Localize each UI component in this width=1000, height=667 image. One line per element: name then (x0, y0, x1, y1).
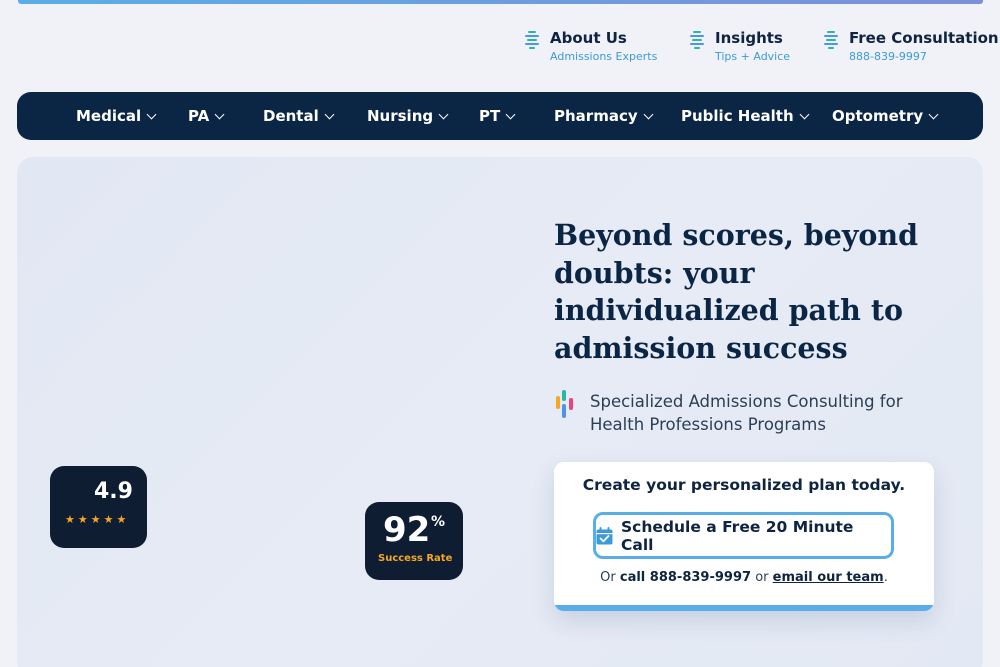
cta-contact-line: Or call 888-839-9997 or email our team. (554, 570, 934, 585)
period-text: . (883, 570, 888, 585)
pulse-lines-icon (689, 31, 705, 49)
nav-item-optometry[interactable]: Optometry (832, 92, 939, 140)
pulse-lines-icon (823, 31, 839, 49)
chevron-down-icon (324, 109, 335, 119)
chevron-down-icon (146, 109, 157, 119)
free-consultation-link[interactable]: Free Consultation 888-839-9997 (823, 28, 999, 65)
success-rate-unit: % (431, 514, 446, 530)
nav-item-pa[interactable]: PA (188, 92, 225, 140)
chevron-down-icon (643, 109, 654, 119)
insights-title: Insights (715, 29, 783, 47)
nav-item-pt[interactable]: PT (479, 92, 516, 140)
nav-item-label: Nursing (367, 107, 434, 125)
email-team-link[interactable]: email our team (773, 570, 884, 585)
rating-value: 4.9 (94, 479, 133, 504)
rating-badge: 4.9 ★★★★★ (50, 466, 147, 548)
chevron-down-icon (505, 109, 516, 119)
hero-subheadline: Specialized Admissions Consulting for He… (556, 390, 910, 436)
or-text-2: or (755, 570, 769, 585)
nav-item-label: Public Health (681, 107, 794, 125)
free-consultation-phone: 888-839-9997 (849, 50, 927, 63)
hero-subheadline-text: Specialized Admissions Consulting for He… (590, 392, 903, 434)
nav-item-label: PA (188, 107, 210, 125)
success-rate-badge: 92 % Success Rate (365, 502, 463, 580)
chevron-down-icon (214, 109, 225, 119)
cta-card: Create your personalized plan today. Sch… (554, 462, 934, 611)
cta-title: Create your personalized plan today. (582, 476, 906, 494)
nav-item-public-health[interactable]: Public Health (681, 92, 810, 140)
about-us-subtitle: Admissions Experts (550, 50, 658, 63)
hero-headline: Beyond scores, beyond doubts: your indiv… (554, 218, 919, 365)
chevron-down-icon (928, 109, 939, 119)
free-consultation-title: Free Consultation (849, 29, 999, 47)
chevron-down-icon (438, 109, 449, 119)
schedule-call-button[interactable]: Schedule a Free 20 Minute Call (593, 512, 894, 559)
nav-item-pharmacy[interactable]: Pharmacy (554, 92, 654, 140)
success-rate-value: 92 (383, 510, 431, 550)
nav-item-label: PT (479, 107, 501, 125)
nav-item-label: Medical (76, 107, 142, 125)
about-us-title: About Us (550, 29, 627, 47)
nav-item-label: Optometry (832, 107, 924, 125)
calendar-check-icon (596, 526, 613, 544)
call-phone-text: call 888-839-9997 (619, 570, 752, 585)
about-us-link[interactable]: About Us Admissions Experts (524, 28, 657, 65)
success-rate-label: Success Rate (378, 553, 453, 564)
nav-item-nursing[interactable]: Nursing (367, 92, 449, 140)
colored-bars-icon (556, 390, 580, 420)
insights-subtitle: Tips + Advice (715, 50, 791, 63)
nav-item-label: Pharmacy (554, 107, 638, 125)
nav-item-label: Dental (263, 107, 319, 125)
star-rating-icon: ★★★★★ (65, 513, 130, 526)
schedule-call-label: Schedule a Free 20 Minute Call (620, 517, 854, 554)
cta-card-accent-bar (554, 605, 934, 611)
or-text: Or (600, 570, 616, 585)
pulse-lines-icon (524, 31, 540, 49)
top-accent-bar (18, 0, 983, 4)
insights-link[interactable]: Insights Tips + Advice (689, 28, 790, 65)
nav-item-medical[interactable]: Medical (76, 92, 157, 140)
nav-item-dental[interactable]: Dental (263, 92, 335, 140)
chevron-down-icon (799, 109, 810, 119)
main-nav: Medical PA Dental Nursing PT Pharmacy Pu… (17, 92, 983, 140)
